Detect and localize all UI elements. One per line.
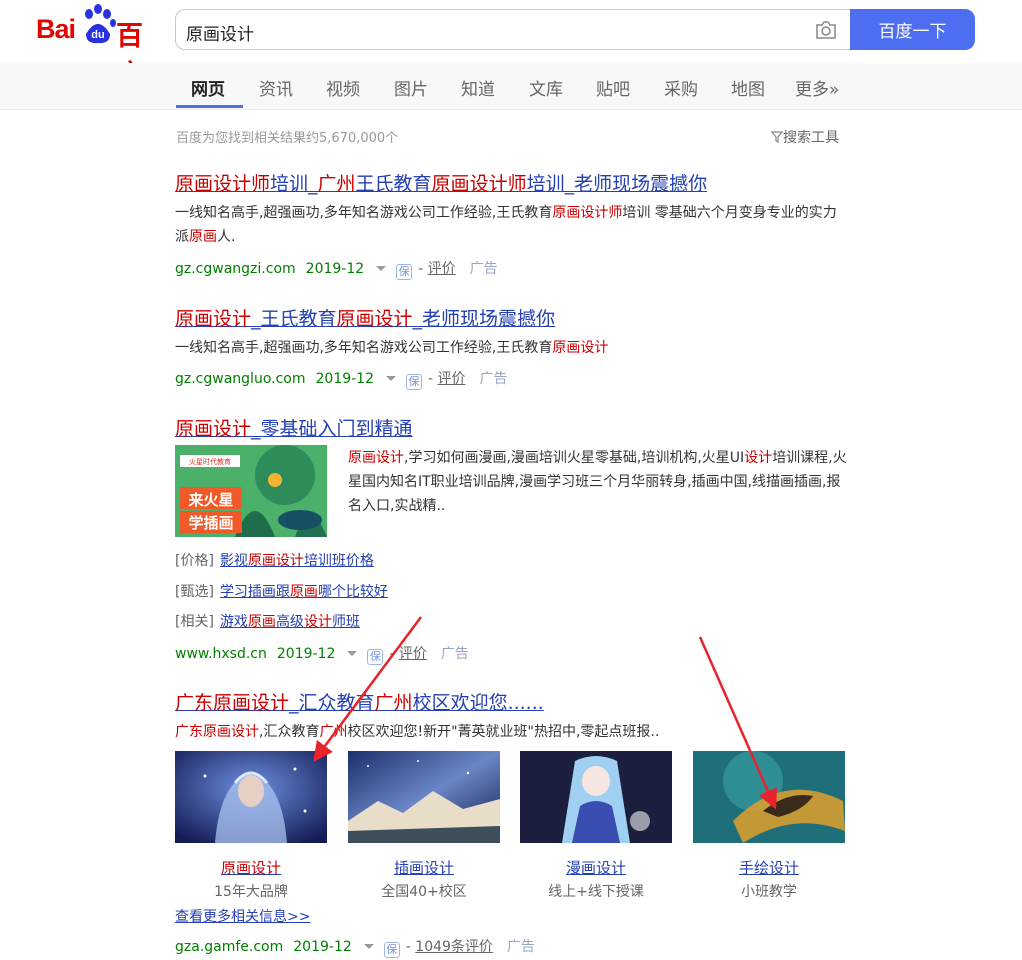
- illustration-image: [175, 751, 327, 843]
- illustration-image: [693, 751, 845, 843]
- result-3-review[interactable]: - 评价: [389, 646, 427, 662]
- result-1-description: 一线知名高手,超强画功,多年知名游戏公司工作经验,王氏教育原画设计师培训 零基础…: [175, 205, 837, 245]
- image-card-1[interactable]: [175, 751, 327, 843]
- tab-more[interactable]: 更多»: [795, 75, 839, 100]
- result-4-review[interactable]: - 1049条评价: [406, 939, 493, 955]
- tab-zhidao[interactable]: 知道: [461, 75, 495, 100]
- result-3-url-line: www.hxsd.cn 2019-12 保 - 评价 广告: [175, 643, 469, 665]
- result-1-title[interactable]: 原画设计师培训_广州王氏教育原画设计师培训_老师现场震撼你: [175, 169, 707, 196]
- logo-text-mid: du: [91, 29, 104, 41]
- result-1-domain[interactable]: gz.cgwangzi.com: [175, 261, 296, 277]
- result-2-domain[interactable]: gz.cgwangluo.com: [175, 371, 306, 387]
- baozhang-icon[interactable]: 保: [396, 264, 413, 280]
- result-1-url-line: gz.cgwangzi.com 2019-12 保 - 评价 广告: [175, 258, 498, 280]
- result-3-ad-label[interactable]: 广告: [441, 646, 469, 662]
- image-caption-2[interactable]: 插画设计: [348, 857, 500, 878]
- dropdown-arrow-icon[interactable]: [347, 650, 358, 656]
- baozhang-icon[interactable]: 保: [367, 649, 384, 665]
- svg-text:学插画: 学插画: [188, 514, 233, 532]
- result-3-related-1: [价格] 影视原画设计培训班价格: [175, 553, 374, 569]
- image-caption-4[interactable]: 手绘设计: [693, 857, 845, 878]
- result-2-ad-label[interactable]: 广告: [480, 371, 508, 387]
- dropdown-arrow-icon[interactable]: [363, 943, 374, 949]
- result-3-related-3: [相关] 游戏原画高级设计师班: [175, 614, 360, 630]
- image-caption-1[interactable]: 原画设计: [175, 857, 327, 878]
- filter-icon: [770, 131, 784, 143]
- tab-purchase[interactable]: 采购: [664, 75, 698, 100]
- illustration-image: 火星时代教育 来火星 学插画: [175, 445, 327, 537]
- result-4-date: 2019-12: [293, 939, 352, 955]
- result-3-date: 2019-12: [276, 646, 336, 662]
- tab-wenku[interactable]: 文库: [529, 75, 563, 100]
- image-card-3[interactable]: [520, 751, 672, 843]
- header: Bai du 百度 原画设计 百度一下: [0, 0, 1022, 90]
- image-subtitle-2: 全国40+校区: [381, 884, 467, 900]
- baidu-paw-icon: du: [85, 4, 116, 44]
- result-2-title[interactable]: 原画设计_王氏教育原画设计_老师现场震撼你: [175, 304, 555, 331]
- tab-map[interactable]: 地图: [731, 75, 765, 100]
- result-1-ad-label[interactable]: 广告: [470, 261, 498, 277]
- result-4-domain[interactable]: gza.gamfe.com: [175, 939, 283, 955]
- tab-tieba[interactable]: 贴吧: [596, 75, 630, 100]
- image-card-4[interactable]: [693, 751, 845, 843]
- result-3-domain[interactable]: www.hxsd.cn: [175, 646, 267, 662]
- active-tab-indicator: [176, 105, 243, 108]
- svg-text:来火星: 来火星: [187, 491, 233, 509]
- result-3-title[interactable]: 原画设计_零基础入门到精通: [175, 414, 413, 441]
- result-2-description: 一线知名高手,超强画功,多年知名游戏公司工作经验,王氏教育原画设计: [175, 340, 609, 356]
- tab-news[interactable]: 资讯: [259, 75, 293, 100]
- search-tools-button[interactable]: 搜索工具: [770, 127, 839, 147]
- result-2-url-line: gz.cgwangluo.com 2019-12 保 - 评价 广告: [175, 368, 508, 390]
- search-input[interactable]: 原画设计: [175, 9, 851, 50]
- image-subtitle-1: 15年大品牌: [214, 884, 288, 900]
- result-2-review[interactable]: - 评价: [428, 371, 466, 387]
- search-button[interactable]: 百度一下: [850, 9, 975, 50]
- image-subtitle-3: 线上+线下授课: [548, 884, 644, 900]
- baozhang-icon[interactable]: 保: [406, 374, 422, 390]
- baozhang-icon[interactable]: 保: [383, 942, 400, 958]
- result-3-thumbnail[interactable]: 火星时代教育 来火星 学插画: [175, 445, 327, 537]
- related-link[interactable]: 学习插画跟原画哪个比较好: [220, 584, 388, 600]
- result-3-description: 原画设计,学习如何画漫画,漫画培训火星零基础,培训机构,火星UI设计培训课程,火…: [348, 450, 847, 514]
- logo-text-left: Bai: [36, 14, 76, 44]
- tab-web[interactable]: 网页: [191, 75, 225, 100]
- result-4-url-line: gza.gamfe.com 2019-12 保 - 1049条评价 广告: [175, 936, 535, 958]
- image-subtitle-4: 小班教学: [741, 884, 797, 900]
- related-link[interactable]: 影视原画设计培训班价格: [220, 553, 374, 569]
- search-query[interactable]: 原画设计: [186, 20, 254, 45]
- result-3-related-2: [甄选] 学习插画跟原画哪个比较好: [175, 584, 388, 600]
- baidu-logo[interactable]: Bai du 百度: [36, 2, 166, 90]
- camera-icon[interactable]: [815, 20, 837, 40]
- image-caption-3[interactable]: 漫画设计: [520, 857, 672, 878]
- dropdown-arrow-icon[interactable]: [376, 265, 387, 271]
- result-1-date: 2019-12: [305, 261, 365, 277]
- dropdown-arrow-icon[interactable]: [386, 375, 396, 381]
- tab-images[interactable]: 图片: [394, 75, 428, 100]
- result-1-review[interactable]: - 评价: [418, 261, 456, 277]
- tab-video[interactable]: 视频: [326, 75, 360, 100]
- svg-text:火星时代教育: 火星时代教育: [189, 457, 231, 466]
- result-count: 百度为您找到相关结果约5,670,000个: [176, 131, 399, 146]
- result-4-title[interactable]: 广东原画设计_汇众教育广州校区欢迎您......: [175, 688, 544, 715]
- related-link[interactable]: 游戏原画高级设计师班: [220, 614, 360, 630]
- result-2-date: 2019-12: [315, 371, 375, 387]
- illustration-image: [348, 751, 500, 843]
- illustration-image: [520, 751, 672, 843]
- result-4-ad-label[interactable]: 广告: [507, 939, 535, 955]
- result-4-description: 广东原画设计,汇众教育广州校区欢迎您!新开"菁英就业班"热招中,零起点班报..: [175, 724, 660, 740]
- search-tools-label: 搜索工具: [783, 130, 839, 146]
- more-info-link[interactable]: 查看更多相关信息>>: [175, 906, 310, 926]
- image-card-2[interactable]: [348, 751, 500, 843]
- search-type-nav: 网页 资讯 视频 图片 知道 文库 贴吧 采购 地图 更多»: [0, 63, 1022, 110]
